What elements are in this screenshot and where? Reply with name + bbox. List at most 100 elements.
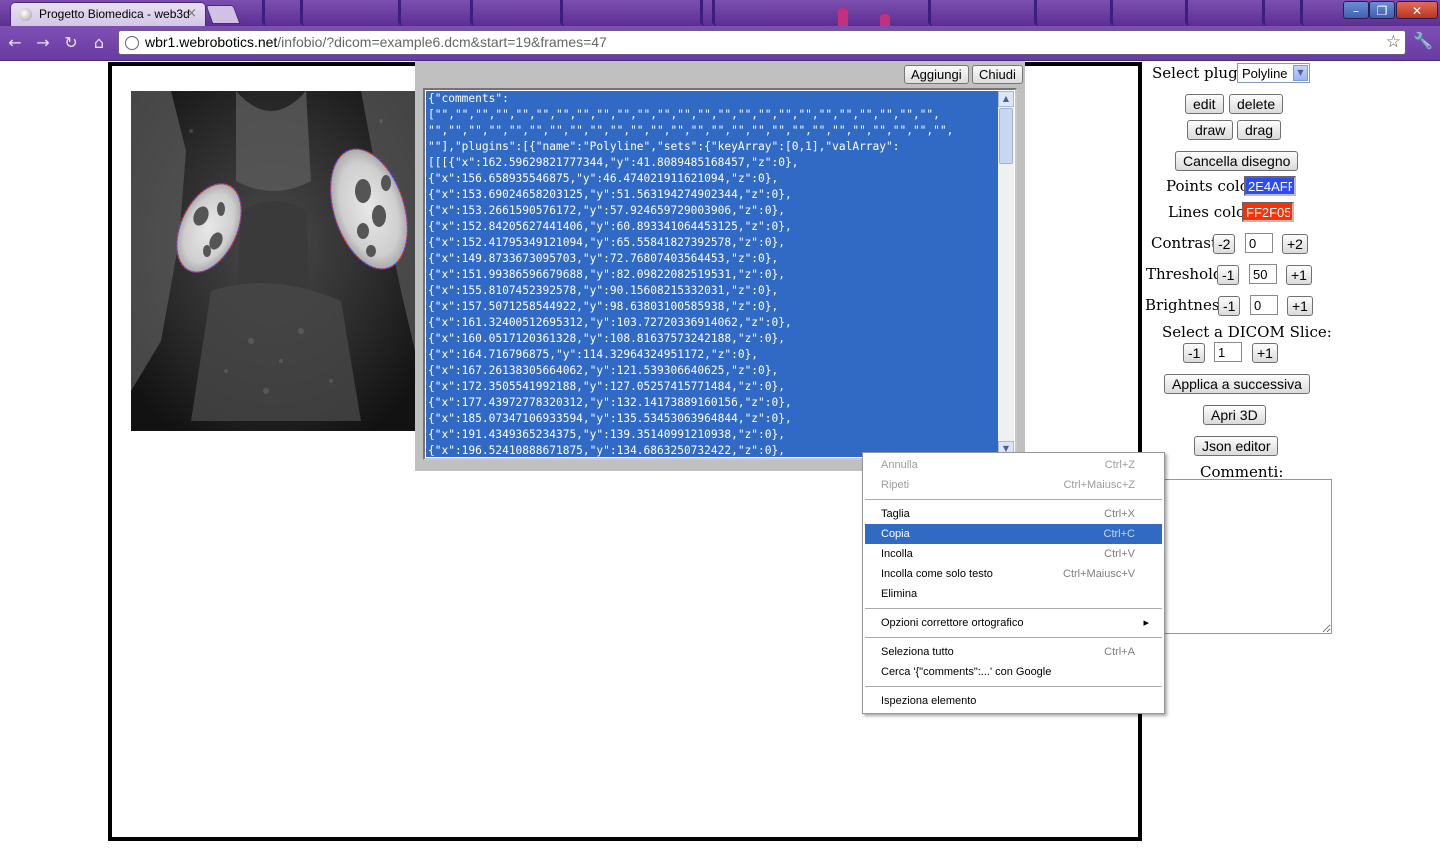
brightness-decrease-button[interactable]: -1: [1218, 296, 1241, 316]
menu-separator: [865, 608, 1162, 609]
plugin-select[interactable]: Polyline ▼: [1237, 63, 1310, 83]
json-textarea[interactable]: {"comments": ["","","","","","","","",""…: [423, 88, 1017, 460]
contrast-decrease-button[interactable]: -2: [1213, 234, 1236, 254]
drag-button[interactable]: drag: [1237, 120, 1282, 140]
maximize-button[interactable]: ❐: [1369, 1, 1395, 19]
menu-item-paste[interactable]: Incolla Ctrl+V: [865, 544, 1162, 564]
menu-item-spellcheck-options[interactable]: Opzioni correttore ortografico ▸: [865, 613, 1162, 633]
close-button[interactable]: Chiudi: [972, 65, 1023, 84]
menu-item-cut[interactable]: Taglia Ctrl+X: [865, 504, 1162, 524]
menu-item-label: Elimina: [881, 588, 918, 600]
slice-next-button[interactable]: +1: [1252, 343, 1278, 363]
menu-item-label: Incolla: [881, 548, 913, 560]
brightness-input[interactable]: [1250, 295, 1278, 315]
menu-separator: [865, 499, 1162, 500]
theme-decoration: [398, 0, 407, 26]
theme-decoration: [928, 0, 937, 26]
browser-toolbar: ← → ↻ ⌂ wbr1.webrobotics.net/infobio/?di…: [0, 26, 1440, 61]
theme-decoration: [712, 0, 721, 26]
bookmark-star-icon[interactable]: ☆: [1386, 32, 1401, 52]
theme-decoration: [838, 8, 848, 26]
menu-item-redo[interactable]: Ripeti Ctrl+Maiusc+Z: [865, 475, 1162, 495]
brightness-increase-button[interactable]: +1: [1287, 296, 1313, 316]
reload-icon[interactable]: ↻: [60, 32, 82, 54]
menu-separator: [865, 686, 1162, 687]
browser-tab[interactable]: Progetto Biomedica - web3d ×: [10, 2, 206, 26]
menu-item-shortcut: Ctrl+A: [1104, 646, 1135, 658]
minimize-button[interactable]: –: [1343, 1, 1369, 19]
scroll-thumb[interactable]: [999, 108, 1013, 164]
theme-decoration: [1034, 0, 1043, 26]
scroll-up-icon[interactable]: ▲: [998, 91, 1014, 107]
theme-decoration: [1300, 0, 1309, 26]
apply-next-button[interactable]: Applica a successiva: [1164, 374, 1310, 394]
menu-item-label: Cerca '{"comments":...' con Google: [881, 666, 1052, 678]
threshold-decrease-button[interactable]: -1: [1217, 265, 1240, 285]
json-scrollbar[interactable]: ▲ ▼: [998, 91, 1014, 457]
menu-item-label: Opzioni correttore ortografico: [881, 617, 1024, 629]
theme-decoration: [1110, 0, 1119, 26]
chevron-down-icon[interactable]: ▼: [1293, 65, 1308, 81]
contrast-increase-button[interactable]: +2: [1282, 234, 1308, 254]
add-button[interactable]: Aggiungi: [904, 65, 969, 84]
threshold-label: Threshold:: [1146, 265, 1228, 283]
back-icon[interactable]: ←: [4, 32, 26, 54]
draw-button[interactable]: draw: [1187, 120, 1234, 140]
menu-item-paste-plain[interactable]: Incolla come solo testo Ctrl+Maiusc+V: [865, 564, 1162, 584]
menu-item-select-all[interactable]: Seleziona tutto Ctrl+A: [865, 642, 1162, 662]
threshold-input[interactable]: [1249, 264, 1277, 284]
threshold-increase-button[interactable]: +1: [1286, 265, 1312, 285]
favicon-icon: [19, 8, 32, 21]
menu-item-shortcut: Ctrl+X: [1104, 508, 1135, 520]
menu-item-search-google[interactable]: Cerca '{"comments":...' con Google: [865, 662, 1162, 682]
dicom-slice-label: Select a DICOM Slice:: [1162, 323, 1332, 341]
json-editor-panel: Aggiungi Chiudi {"comments": ["","","","…: [415, 61, 1025, 471]
address-bar[interactable]: wbr1.webrobotics.net/infobio/?dicom=exam…: [118, 30, 1406, 55]
theme-decoration: [262, 0, 271, 26]
menu-item-label: Annulla: [881, 459, 918, 471]
window-close-button[interactable]: ✕: [1396, 1, 1438, 19]
menu-item-label: Copia: [881, 528, 910, 540]
menu-item-label: Ispeziona elemento: [881, 695, 977, 707]
menu-separator: [865, 637, 1162, 638]
menu-item-delete[interactable]: Elimina: [865, 584, 1162, 604]
menu-item-shortcut: Ctrl+C: [1103, 528, 1135, 540]
slice-previous-button[interactable]: -1: [1183, 343, 1206, 363]
theme-decoration: [470, 0, 479, 26]
lines-color-input[interactable]: [1242, 202, 1294, 222]
url-text: wbr1.webrobotics.net/infobio/?dicom=exam…: [145, 34, 607, 50]
theme-decoration: [700, 0, 709, 26]
home-icon[interactable]: ⌂: [88, 32, 110, 54]
theme-decoration: [300, 0, 309, 26]
menu-item-undo[interactable]: Annulla Ctrl+Z: [865, 455, 1162, 475]
menu-item-label: Taglia: [881, 508, 910, 520]
edit-button[interactable]: edit: [1185, 94, 1224, 114]
contrast-input[interactable]: [1245, 233, 1273, 253]
delete-button[interactable]: delete: [1229, 94, 1284, 114]
menu-item-copy[interactable]: Copia Ctrl+C: [865, 524, 1162, 544]
url-path: /infobio/?dicom=example6.dcm&start=19&fr…: [277, 34, 607, 50]
plugin-select-value: Polyline: [1242, 66, 1288, 81]
points-color-input[interactable]: [1244, 176, 1296, 196]
json-editor-button[interactable]: Json editor: [1194, 436, 1279, 456]
open-3d-button[interactable]: Apri 3D: [1203, 405, 1266, 425]
cancel-drawing-button[interactable]: Cancella disegno: [1175, 151, 1299, 171]
globe-icon: [125, 36, 139, 50]
menu-item-label: Seleziona tutto: [881, 646, 954, 658]
theme-decoration: [1185, 0, 1194, 26]
url-domain: wbr1.webrobotics.net: [145, 34, 278, 50]
menu-item-shortcut: Ctrl+Maiusc+V: [1063, 568, 1136, 580]
json-text[interactable]: {"comments": ["","","","","","","","",""…: [426, 91, 1003, 457]
menu-item-shortcut: Ctrl+Z: [1104, 459, 1135, 471]
menu-item-shortcut: Ctrl+V: [1104, 548, 1135, 560]
dicom-image[interactable]: [131, 91, 415, 431]
slice-input[interactable]: [1214, 342, 1242, 362]
contrast-label: Contrast:: [1151, 234, 1223, 252]
tab-close-icon[interactable]: ×: [186, 6, 197, 21]
menu-item-inspect[interactable]: Ispeziona elemento: [865, 691, 1162, 711]
forward-icon[interactable]: →: [32, 32, 54, 54]
theme-decoration: [1262, 0, 1271, 26]
wrench-menu-icon[interactable]: 🔧: [1412, 31, 1434, 53]
dicom-slice-picture: [131, 91, 415, 431]
menu-item-label: Ripeti: [881, 479, 910, 491]
